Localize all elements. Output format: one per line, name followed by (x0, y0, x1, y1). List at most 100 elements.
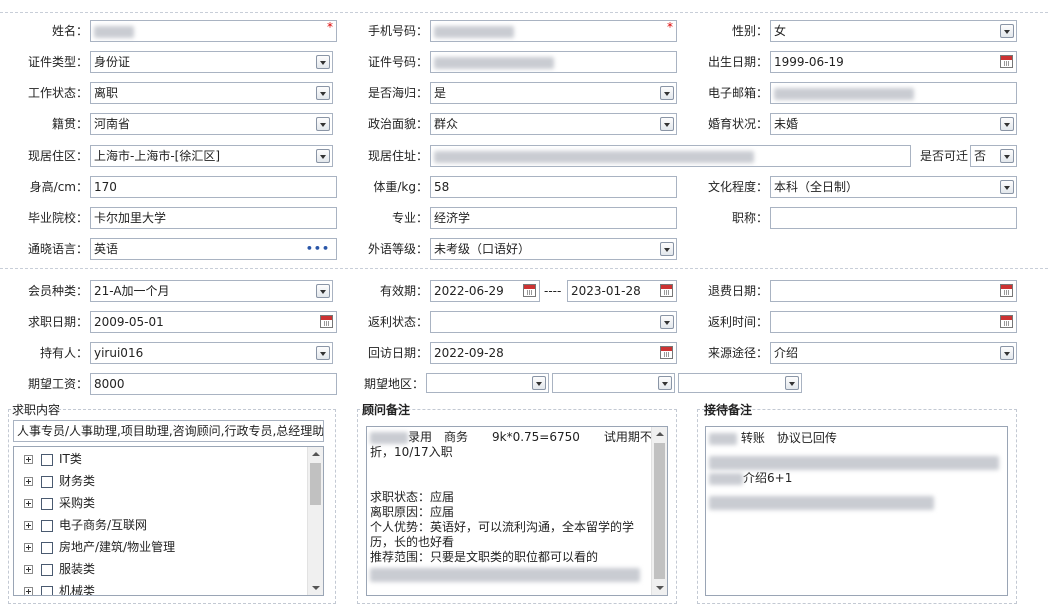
expand-icon[interactable] (24, 521, 33, 530)
tree-item[interactable]: 机械类 (24, 582, 95, 595)
expected-area-province[interactable] (426, 373, 549, 393)
expected-area-district[interactable] (678, 373, 802, 393)
visit-date-field[interactable]: 2022-09-28 (430, 342, 677, 364)
refund-date-field[interactable] (770, 280, 1017, 302)
calendar-icon[interactable] (320, 315, 333, 328)
redacted-value (94, 25, 134, 38)
calendar-icon[interactable] (660, 284, 673, 297)
chevron-down-icon[interactable] (785, 376, 799, 390)
id-type-select[interactable]: 身份证 (90, 51, 333, 73)
expand-icon[interactable] (24, 543, 33, 552)
education-select[interactable]: 本科（全日制） (770, 176, 1017, 198)
relocate-select[interactable]: 否 (970, 145, 1017, 167)
expected-salary-field[interactable]: 8000 (90, 373, 337, 395)
checkbox[interactable] (41, 453, 53, 466)
consultant-notes-textarea[interactable]: 录用 商务 9k*0.75=6750 试用期不打 折，10/17入职 求职状态：… (366, 426, 668, 596)
rebate-status-select[interactable] (430, 311, 677, 333)
checkbox[interactable] (41, 541, 53, 554)
chevron-down-icon[interactable] (658, 376, 672, 390)
tree-item[interactable]: 房地产/建筑/物业管理 (24, 538, 175, 556)
chevron-down-icon[interactable] (316, 55, 330, 69)
chevron-down-icon[interactable] (660, 242, 674, 256)
expand-icon[interactable] (24, 565, 33, 574)
major-field[interactable]: 经济学 (430, 207, 677, 229)
tree-item[interactable]: 服装类 (24, 560, 95, 578)
calendar-icon[interactable] (1000, 315, 1013, 328)
scroll-down-icon[interactable] (652, 581, 667, 595)
expand-icon[interactable] (24, 499, 33, 508)
marital-select[interactable]: 未婚 (770, 113, 1017, 135)
native-place-select[interactable]: 河南省 (90, 113, 333, 135)
expand-icon[interactable] (24, 455, 33, 464)
rebate-status-label: 返利状态： (367, 315, 428, 329)
chevron-down-icon[interactable] (1000, 24, 1014, 38)
chevron-down-icon[interactable] (316, 149, 330, 163)
scroll-up-icon[interactable] (652, 427, 667, 441)
scroll-thumb[interactable] (654, 443, 665, 579)
holder-select[interactable]: yirui016 (90, 342, 333, 364)
tree-item[interactable]: 财务类 (24, 472, 95, 490)
chevron-down-icon[interactable] (660, 315, 674, 329)
school-field[interactable]: 卡尔加里大学 (90, 207, 337, 229)
more-options-icon[interactable]: ••• (306, 239, 330, 259)
residence-address-field[interactable] (430, 145, 911, 167)
scroll-thumb[interactable] (310, 463, 321, 505)
calendar-icon[interactable] (523, 284, 536, 297)
source-select[interactable]: 介绍 (770, 342, 1017, 364)
id-number-field[interactable] (430, 51, 677, 73)
job-date-field[interactable]: 2009-05-01 (90, 311, 337, 333)
chevron-down-icon[interactable] (316, 117, 330, 131)
chevron-down-icon[interactable] (1000, 117, 1014, 131)
chevron-down-icon[interactable] (1000, 149, 1014, 163)
chevron-down-icon[interactable] (532, 376, 546, 390)
tree-item[interactable]: 电子商务/互联网 (24, 516, 147, 534)
mobile-label: 手机号码： (367, 24, 428, 38)
category-tree[interactable]: IT类 财务类 采购类 电子商务/互联网 房地产/建筑/物业管理 服装类 机械类 (13, 446, 324, 596)
chevron-down-icon[interactable] (660, 117, 674, 131)
checkbox[interactable] (41, 475, 53, 488)
scroll-down-icon[interactable] (308, 581, 323, 595)
reception-notes-textarea[interactable]: 转账 协议已回传 介绍6+1 (705, 426, 1008, 596)
calendar-icon[interactable] (1000, 284, 1013, 297)
returnee-select[interactable]: 是 (430, 82, 677, 104)
political-select[interactable]: 群众 (430, 113, 677, 135)
language-field[interactable]: 英语 ••• (90, 238, 337, 260)
language-level-select[interactable]: 未考级（口语好） (430, 238, 677, 260)
chevron-down-icon[interactable] (1000, 346, 1014, 360)
expand-icon[interactable] (24, 587, 33, 595)
email-field[interactable] (770, 82, 1017, 104)
tree-item[interactable]: 采购类 (24, 494, 95, 512)
weight-field[interactable]: 58 (430, 176, 677, 198)
birth-date-value: 1999-06-19 (774, 55, 844, 69)
chevron-down-icon[interactable] (316, 346, 330, 360)
work-status-select[interactable]: 离职 (90, 82, 333, 104)
gender-select[interactable]: 女 (770, 20, 1017, 42)
checkbox[interactable] (41, 497, 53, 510)
chevron-down-icon[interactable] (316, 284, 330, 298)
notes-scrollbar[interactable] (651, 427, 667, 595)
calendar-icon[interactable] (1000, 55, 1013, 68)
scroll-up-icon[interactable] (308, 447, 323, 461)
rebate-time-field[interactable] (770, 311, 1017, 333)
chevron-down-icon[interactable] (1000, 180, 1014, 194)
valid-from-field[interactable]: 2022-06-29 (430, 280, 540, 302)
tree-item[interactable]: IT类 (24, 450, 82, 468)
valid-to-field[interactable]: 2023-01-28 (567, 280, 677, 302)
tree-scrollbar[interactable] (307, 447, 323, 595)
chevron-down-icon[interactable] (660, 86, 674, 100)
checkbox[interactable] (41, 585, 53, 595)
job-content-summary[interactable]: 人事专员/人事助理,项目助理,咨询顾问,行政专员,总经理助 (13, 420, 324, 442)
expand-icon[interactable] (24, 477, 33, 486)
expected-area-city[interactable] (552, 373, 675, 393)
title-field[interactable] (770, 207, 1017, 229)
birth-date-field[interactable]: 1999-06-19 (770, 51, 1017, 73)
checkbox[interactable] (41, 519, 53, 532)
checkbox[interactable] (41, 563, 53, 576)
residence-area-select[interactable]: 上海市-上海市-[徐汇区] (90, 145, 333, 167)
mobile-field[interactable]: * (430, 20, 677, 42)
calendar-icon[interactable] (660, 346, 673, 359)
chevron-down-icon[interactable] (316, 86, 330, 100)
name-field[interactable]: * (90, 20, 337, 42)
height-field[interactable]: 170 (90, 176, 337, 198)
member-type-select[interactable]: 21-A加一个月 (90, 280, 333, 302)
